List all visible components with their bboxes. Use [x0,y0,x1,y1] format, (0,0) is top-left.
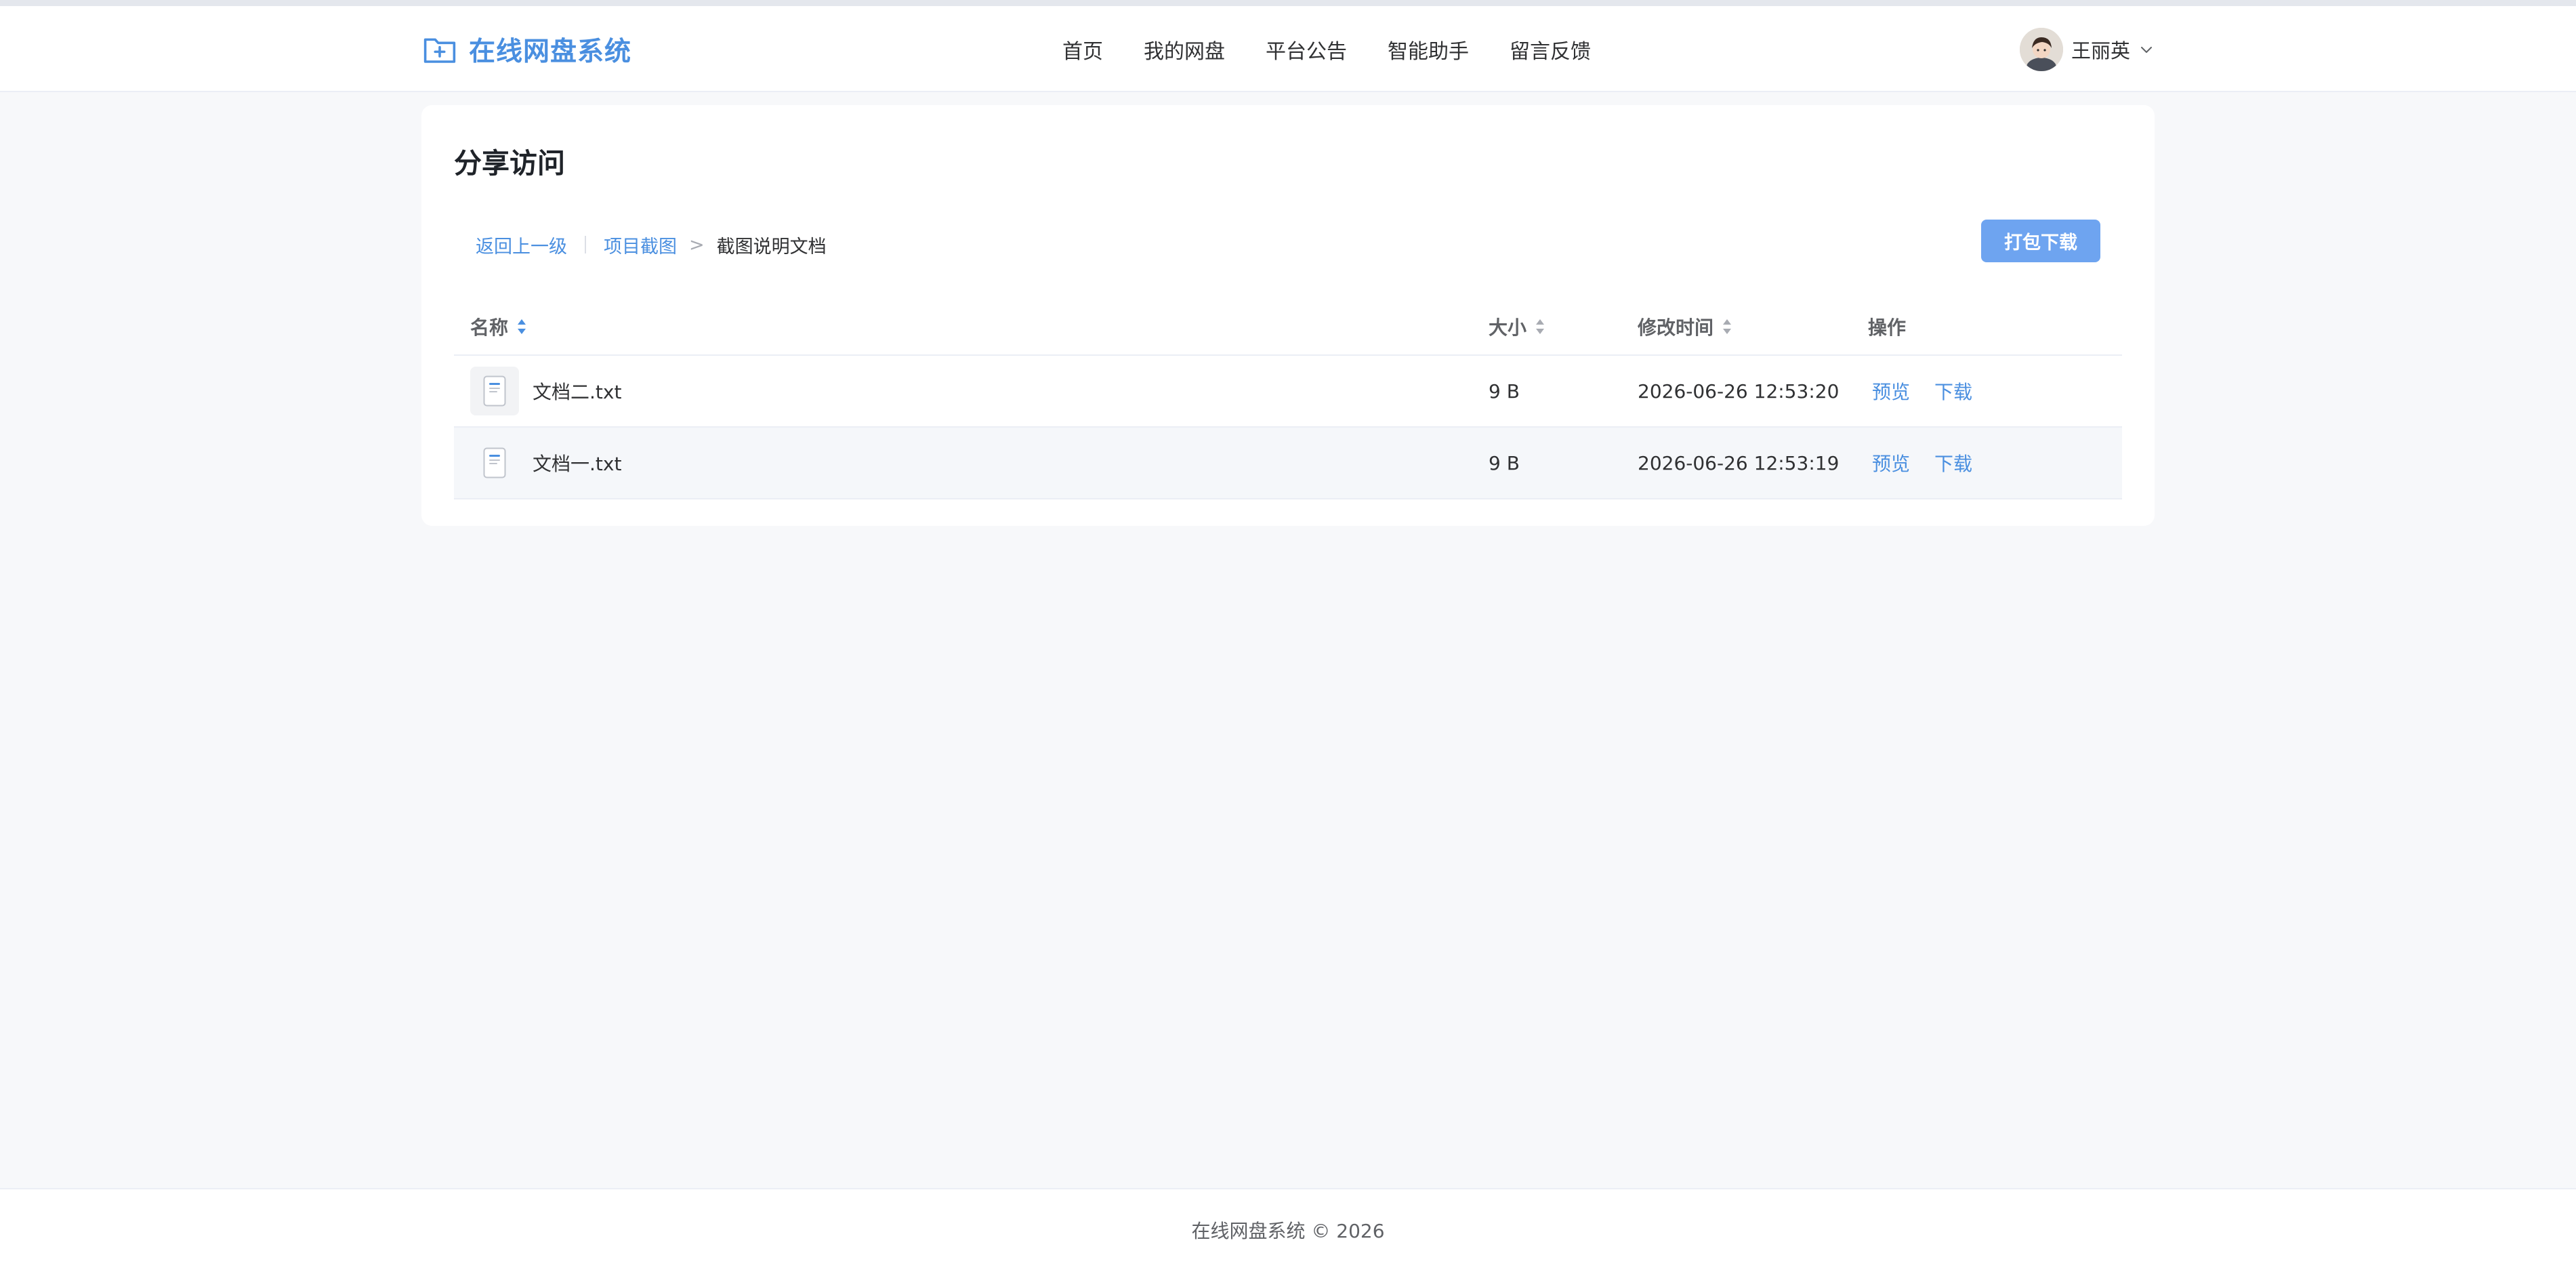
brand-title: 在线网盘系统 [469,36,632,67]
file-actions-cell: 预览 下载 [1868,377,2122,405]
chevron-down-icon [2138,41,2155,58]
column-label: 修改时间 [1638,316,1714,339]
page-title: 分享访问 [454,147,565,180]
table-row[interactable]: 文档二.txt 9 B 2026-06-26 12:53:20 预览 下载 [454,356,2122,428]
brand[interactable]: 在线网盘系统 [421,6,631,92]
pack-download-button[interactable]: 打包下载 [1981,220,2100,262]
folder-plus-icon [421,31,458,68]
breadcrumb-divider [585,236,586,253]
page-footer: 在线网盘系统 © 2026 [0,1188,2576,1270]
column-label: 大小 [1489,316,1527,339]
nav-my-drive[interactable]: 我的网盘 [1144,35,1225,64]
nav-home[interactable]: 首页 [1062,35,1103,64]
preview-link[interactable]: 预览 [1872,377,1910,405]
file-modified-cell: 2026-06-26 12:53:20 [1638,380,1840,403]
sort-icon[interactable] [1722,318,1732,335]
share-access-card: 分享访问 返回上一级 项目截图 > 截图说明文档 打包下载 名称 大小 修改时间… [421,105,2155,526]
user-name: 王丽英 [2071,39,2130,62]
column-size-header[interactable]: 大小 [1489,313,1638,340]
sort-icon[interactable] [1535,318,1545,335]
column-label: 名称 [470,316,509,339]
nav-announcements[interactable]: 平台公告 [1266,35,1347,64]
download-link[interactable]: 下载 [1934,377,1972,405]
main-nav: 首页 我的网盘 平台公告 智能助手 留言反馈 [1062,6,1632,92]
column-label: 操作 [1868,316,1907,339]
preview-link[interactable]: 预览 [1872,449,1910,476]
breadcrumb-current: 截图说明文档 [716,236,827,258]
column-name-header[interactable]: 名称 [454,313,1489,340]
nav-assistant[interactable]: 智能助手 [1388,35,1469,64]
table-header: 名称 大小 修改时间 操作 [454,298,2122,356]
file-name[interactable]: 文档一.txt [533,449,621,476]
file-size-cell: 9 B [1489,451,1520,474]
footer-text: 在线网盘系统 © 2026 [1191,1219,1385,1242]
column-modified-header[interactable]: 修改时间 [1638,313,1868,340]
breadcrumb-separator: > [689,234,705,255]
table-row[interactable]: 文档一.txt 9 B 2026-06-26 12:53:19 预览 下载 [454,428,2122,499]
back-link[interactable]: 返回上一级 [476,232,567,258]
column-actions-header: 操作 [1868,313,2122,340]
nav-feedback[interactable]: 留言反馈 [1510,35,1591,64]
file-actions-cell: 预览 下载 [1868,449,2122,476]
text-file-icon [470,438,519,487]
file-table: 名称 大小 修改时间 操作 文档二.txt 9 B 2026-06-26 12:… [454,298,2122,499]
download-link[interactable]: 下载 [1934,449,1972,476]
sort-icon[interactable] [516,318,527,335]
file-size-cell: 9 B [1489,380,1520,403]
file-name[interactable]: 文档二.txt [533,377,621,405]
breadcrumb-parent[interactable]: 项目截图 [604,232,677,258]
avatar [2019,27,2063,71]
breadcrumb: 返回上一级 项目截图 > 截图说明文档 [476,224,827,265]
top-header: 在线网盘系统 首页 我的网盘 平台公告 智能助手 留言反馈 王丽英 [0,6,2576,92]
file-name-cell: 文档一.txt [454,438,1489,487]
text-file-icon [470,367,519,415]
user-menu[interactable]: 王丽英 [2019,6,2155,92]
file-name-cell: 文档二.txt [454,367,1489,415]
top-border [0,0,2576,6]
file-modified-cell: 2026-06-26 12:53:19 [1638,451,1840,474]
